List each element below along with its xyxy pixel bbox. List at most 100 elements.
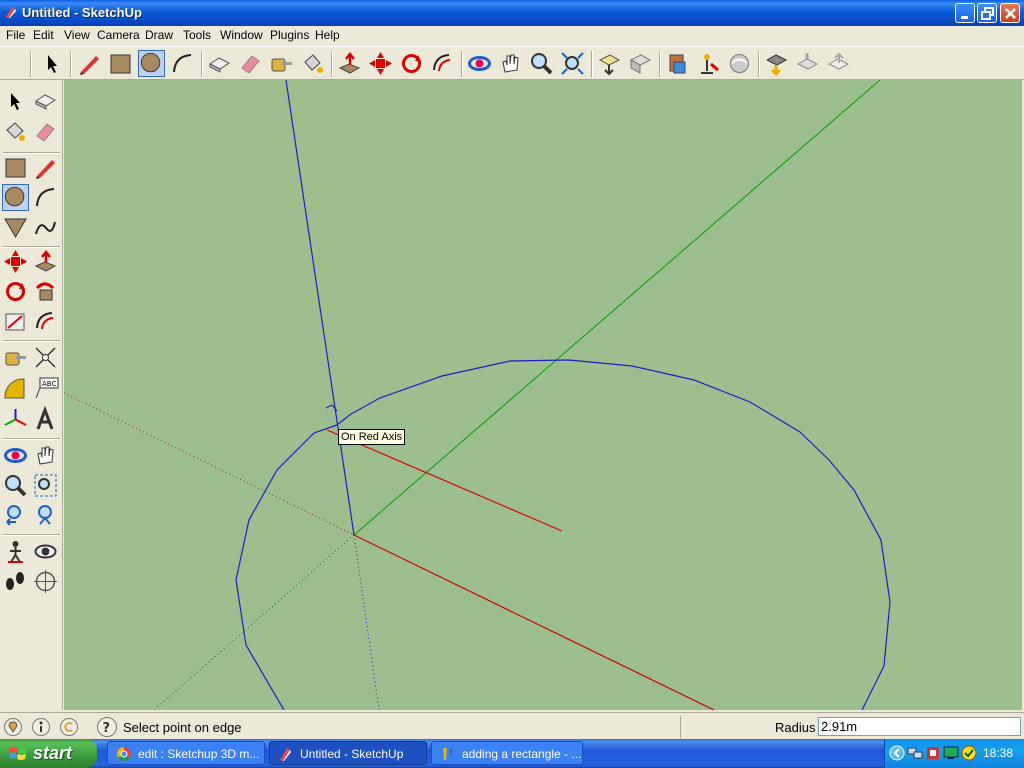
- select-icon[interactable]: [2, 88, 29, 115]
- model-canvas[interactable]: [64, 80, 1022, 710]
- orbit-icon[interactable]: [2, 442, 29, 469]
- circle-tool-button[interactable]: [2, 184, 29, 211]
- pan-icon[interactable]: [32, 442, 59, 469]
- paint-bucket-icon[interactable]: [299, 50, 326, 77]
- section-plane-icon[interactable]: [32, 568, 59, 595]
- orbit-icon[interactable]: [466, 50, 493, 77]
- freehand-icon[interactable]: [32, 214, 59, 241]
- sketchup-icon: [280, 748, 291, 761]
- push-pull-icon[interactable]: [336, 50, 363, 77]
- look-around-icon[interactable]: [32, 538, 59, 565]
- zoom-extents-icon[interactable]: [32, 502, 59, 529]
- security-icon[interactable]: [925, 745, 941, 761]
- taskbar-item-chrome[interactable]: edit : Sketchup 3D m...: [107, 741, 265, 765]
- scale-icon[interactable]: [2, 308, 29, 335]
- 3d-warehouse-icon[interactable]: [664, 50, 691, 77]
- rotate-icon[interactable]: [398, 50, 425, 77]
- measurements-input[interactable]: [818, 717, 1021, 736]
- select-icon[interactable]: [38, 50, 65, 77]
- pan-icon[interactable]: [497, 50, 524, 77]
- zoom-extents-icon[interactable]: [559, 50, 586, 77]
- offset-icon[interactable]: [32, 308, 59, 335]
- menu-window[interactable]: Window: [220, 28, 263, 42]
- paint-bucket-icon[interactable]: [2, 118, 29, 145]
- menu-camera[interactable]: Camera: [97, 28, 140, 42]
- svg-text:?: ?: [103, 721, 111, 736]
- pencil-icon[interactable]: [76, 50, 103, 77]
- menu-help[interactable]: Help: [315, 28, 340, 42]
- menu-edit[interactable]: Edit: [33, 28, 54, 42]
- tray-expand-icon[interactable]: [889, 745, 905, 761]
- help-instructor-icon[interactable]: ?: [97, 717, 117, 737]
- tape-measure-icon[interactable]: [2, 344, 29, 371]
- previous-icon[interactable]: [2, 502, 29, 529]
- menu-plugins[interactable]: Plugins: [270, 28, 309, 42]
- walk-icon[interactable]: [2, 568, 29, 595]
- copyright-icon[interactable]: [60, 718, 78, 736]
- follow-me-icon[interactable]: [32, 278, 59, 305]
- text-icon[interactable]: ABC: [32, 376, 59, 403]
- move-icon[interactable]: [367, 50, 394, 77]
- arc-icon[interactable]: [32, 184, 59, 211]
- eraser-icon[interactable]: [32, 118, 59, 145]
- menu-view[interactable]: View: [64, 28, 90, 42]
- rotate-icon[interactable]: [2, 278, 29, 305]
- zoom-icon[interactable]: [2, 472, 29, 499]
- toolbar-separator: [201, 51, 203, 77]
- circle-preview: [235, 359, 891, 710]
- taskbar-item-sketchup[interactable]: Untitled - SketchUp: [269, 741, 427, 765]
- close-icon: [1005, 8, 1016, 19]
- arc-icon[interactable]: [169, 50, 196, 77]
- make-component-icon[interactable]: [206, 50, 233, 77]
- position-camera-icon[interactable]: [2, 538, 29, 565]
- photo-textures-icon[interactable]: [794, 50, 821, 77]
- rectangle-icon[interactable]: [2, 154, 29, 181]
- previous-view-icon[interactable]: [596, 50, 623, 77]
- window-title: Untitled - SketchUp: [22, 5, 142, 20]
- zoom-icon[interactable]: [528, 50, 555, 77]
- menu-file[interactable]: File: [6, 28, 25, 42]
- start-button[interactable]: start: [0, 739, 97, 768]
- pencil-icon[interactable]: [32, 154, 59, 181]
- taskbar-item-paint[interactable]: adding a rectangle - ...: [431, 741, 583, 765]
- circle-icon: [4, 186, 25, 207]
- close-button[interactable]: [1000, 3, 1020, 23]
- protractor-icon[interactable]: [2, 376, 29, 403]
- 3d-text-icon[interactable]: [32, 406, 59, 433]
- question-icon: ?: [103, 721, 111, 736]
- rectangle-icon[interactable]: [107, 50, 134, 77]
- minimize-icon: [961, 16, 968, 19]
- status-separator: [680, 716, 681, 738]
- toolbar-separator: [659, 51, 661, 77]
- eraser-icon[interactable]: [237, 50, 264, 77]
- share-model-icon[interactable]: [726, 50, 753, 77]
- get-models-icon[interactable]: [695, 50, 722, 77]
- dimension-icon[interactable]: [32, 344, 59, 371]
- sketchup-app-icon: [6, 7, 16, 18]
- next-view-icon[interactable]: [627, 50, 654, 77]
- status-text: Select point on edge: [123, 720, 242, 735]
- menu-draw[interactable]: Draw: [145, 28, 173, 42]
- make-component-icon[interactable]: [32, 88, 59, 115]
- zoom-window-icon[interactable]: [32, 472, 59, 499]
- display-icon[interactable]: [943, 745, 959, 761]
- network-icon[interactable]: [907, 745, 923, 761]
- share-component-icon[interactable]: [763, 50, 790, 77]
- circle-tool-button[interactable]: [138, 50, 165, 77]
- credits-icon[interactable]: [32, 718, 50, 736]
- geo-location-icon[interactable]: [4, 718, 22, 736]
- axes-icon[interactable]: [2, 406, 29, 433]
- polygon-icon[interactable]: [2, 214, 29, 241]
- toolbar-separator: [591, 51, 593, 77]
- offset-icon[interactable]: [429, 50, 456, 77]
- push-pull-icon[interactable]: [32, 248, 59, 275]
- move-icon[interactable]: [2, 248, 29, 275]
- maximize-button[interactable]: [977, 3, 997, 23]
- drawing-viewport[interactable]: On Red Axis: [64, 80, 1022, 710]
- minimize-button[interactable]: [955, 3, 975, 23]
- menu-tools[interactable]: Tools: [183, 28, 211, 42]
- tape-measure-icon[interactable]: [268, 50, 295, 77]
- menu-bar: File Edit View Camera Draw Tools Window …: [0, 26, 1024, 45]
- update-icon[interactable]: [961, 745, 977, 761]
- google-earth-icon[interactable]: [825, 50, 852, 77]
